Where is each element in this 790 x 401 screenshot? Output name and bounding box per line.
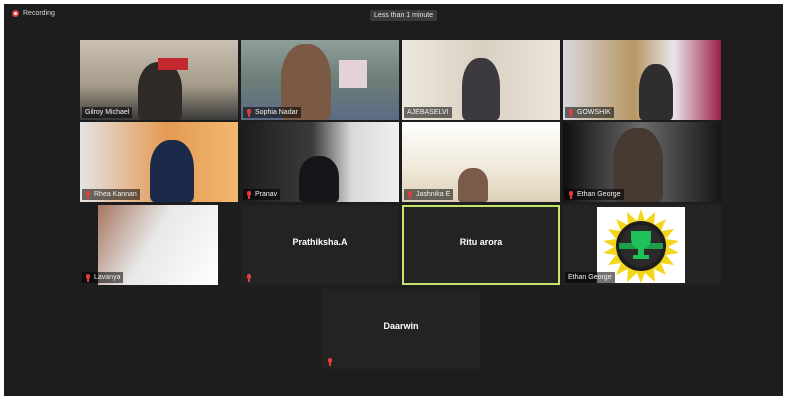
participant-name-tag: GOWSHIK [565,107,614,118]
participant-tile-ethan-george-logo[interactable]: Ethan George [563,205,721,285]
participant-tile-gowshik[interactable]: GOWSHIK [563,40,721,120]
participant-name-tag: Jashnika E [404,189,454,200]
participant-tile-ajebaselvi[interactable]: AJEBASELVI [402,40,560,120]
participant-name: Sophia Nadar [255,109,298,116]
participant-tile-gilroy-michael[interactable]: Gilroy Michael [80,40,238,120]
mic-muted-icon [327,358,333,366]
participant-tile-ethan-george-video[interactable]: Ethan George [563,122,721,202]
record-icon [12,10,19,17]
participant-name: Jashnika E [416,191,451,198]
meeting-timer: Less than 1 minute [370,10,438,21]
participant-name-tag: Rhea Kannan [82,189,140,200]
participant-silhouette [462,58,500,120]
participant-name-tag: Ethan George [565,189,624,200]
participant-silhouette [458,168,488,202]
participant-name-tag: AJEBASELVI [404,107,452,118]
mic-muted-icon [85,273,91,282]
participant-name: AJEBASELVI [407,109,449,116]
participant-tile-sophia-nadar[interactable]: Sophia Nadar [241,40,399,120]
mic-muted-icon [85,190,91,199]
participant-center-name: Ritu arora [459,237,503,247]
participant-name-tag [243,273,255,283]
mic-muted-icon [246,108,252,117]
participant-name-tag: Lavanya [82,272,124,283]
participant-tile-pranav[interactable]: Pranav [241,122,399,202]
mic-muted-icon [568,190,574,199]
background-object [158,58,188,70]
participant-tile-ritu-arora[interactable]: Ritu arora [402,205,560,285]
participant-tile-rhea-kannan[interactable]: Rhea Kannan [80,122,238,202]
participant-tile-lavanya[interactable]: Lavanya [80,205,238,285]
participant-tile-daarwin[interactable]: Daarwin [322,289,480,369]
participant-silhouette [639,64,673,120]
participant-tile-prathiksha-a[interactable]: Prathiksha.A [241,205,399,285]
participant-name-tag: Pranav [243,189,281,200]
participant-name: Rhea Kannan [94,191,137,198]
participant-silhouette [138,62,182,120]
participant-name: Ethan George [568,274,612,281]
recording-indicator[interactable]: Recording [12,10,55,17]
participant-name-tag: Gilroy Michael [82,107,133,118]
participant-name: Pranav [255,191,278,198]
participant-center-name: Daarwin [383,321,419,331]
participant-center-name: Prathiksha.A [292,237,348,247]
participant-name: Gilroy Michael [85,109,130,116]
recording-label: Recording [23,10,55,17]
participant-name-tag: Sophia Nadar [243,107,301,118]
mic-muted-icon [246,274,252,282]
participant-name: Ethan George [577,191,621,198]
meeting-window: Recording Less than 1 minute Gilroy Mich… [4,4,783,396]
mic-muted-icon [407,190,413,199]
participant-silhouette [150,140,194,202]
participant-name-tag: Ethan George [565,272,615,283]
participant-name-tag [324,357,336,367]
participant-name: GOWSHIK [577,109,611,116]
mic-muted-icon [246,190,252,199]
participant-silhouette [299,156,339,202]
participant-name: Lavanya [94,274,121,281]
mic-muted-icon [568,108,574,117]
background-object [339,60,367,88]
participant-tile-jashnika-e[interactable]: Jashnika E [402,122,560,202]
